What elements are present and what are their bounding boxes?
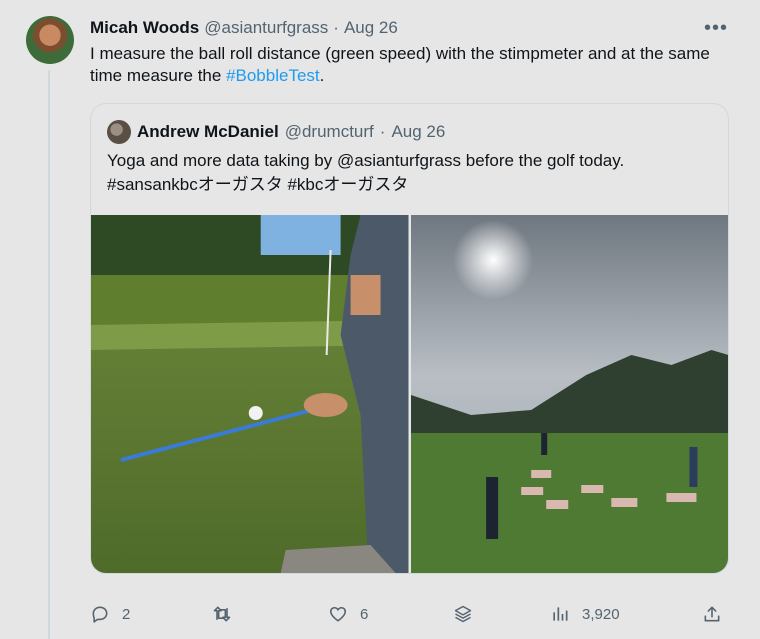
share-button[interactable] — [702, 598, 722, 630]
like-button[interactable]: 6 — [328, 598, 368, 630]
hashtag-link[interactable]: #BobbleTest — [226, 66, 320, 85]
bookmark-button[interactable] — [453, 598, 473, 630]
tweet-actions: 2 6 3,920 — [90, 598, 730, 630]
photo-stimpmeter[interactable] — [91, 215, 409, 573]
retweet-button[interactable] — [212, 598, 244, 630]
author-handle[interactable]: @asianturfgrass — [204, 18, 328, 38]
tweet-text-body: I measure the ball roll distance (green … — [90, 44, 710, 85]
quoted-tweet-header: Andrew McDaniel @drumcturf · Aug 26 — [107, 120, 445, 144]
bar-chart-icon — [553, 607, 568, 621]
reply-icon — [92, 606, 108, 623]
photo-stimpmeter-image — [91, 215, 409, 573]
photo-yoga-image — [410, 215, 728, 573]
quoted-author-avatar — [107, 120, 131, 144]
views-button[interactable]: 3,920 — [550, 598, 620, 630]
tweet-text-end: . — [319, 66, 325, 85]
author-name[interactable]: Micah Woods — [90, 18, 199, 38]
separator: · — [333, 18, 339, 37]
thread-line — [48, 70, 50, 639]
quoted-text-line-1: Yoga and more data taking by @asianturfg… — [107, 151, 625, 170]
share-icon — [704, 606, 720, 622]
quoted-author-name: Andrew McDaniel — [137, 122, 279, 141]
views-count: 3,920 — [582, 605, 620, 623]
photo-yoga-on-course[interactable] — [410, 215, 728, 573]
retweet-icon — [213, 606, 231, 622]
heart-icon — [329, 606, 347, 622]
author-avatar[interactable] — [26, 16, 74, 64]
quoted-separator: · — [379, 122, 386, 141]
reply-button[interactable]: 2 — [90, 598, 130, 630]
stack-icon — [454, 605, 472, 623]
tweet-header: Micah Woods @asianturfgrass · Aug 26 — [90, 17, 740, 39]
more-options-icon[interactable]: ••• — [698, 14, 734, 42]
quoted-tweet-text: Yoga and more data taking by @asianturfg… — [107, 149, 707, 197]
like-count: 6 — [360, 605, 369, 623]
reply-count: 2 — [122, 605, 131, 623]
tweet-text: I measure the ball roll distance (green … — [90, 43, 740, 87]
quoted-media — [91, 215, 728, 573]
quoted-tweet-date: Aug 26 — [391, 122, 446, 141]
quoted-tweet[interactable]: Andrew McDaniel @drumcturf · Aug 26 Yoga… — [90, 103, 729, 574]
tweet-date[interactable]: Aug 26 — [344, 18, 398, 38]
quoted-author-handle: @drumcturf — [284, 122, 374, 141]
quoted-text-line-2: #sansankbcオーガスタ #kbcオーガスタ — [107, 175, 409, 194]
